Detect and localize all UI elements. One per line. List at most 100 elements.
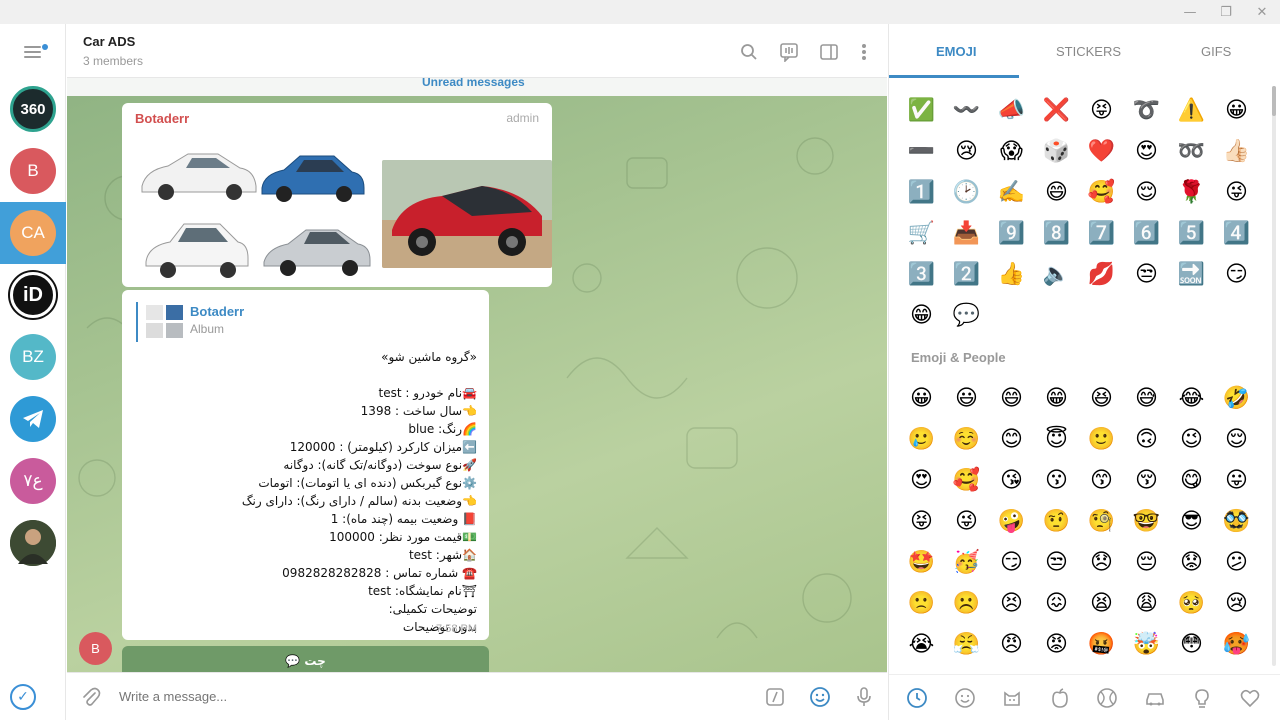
- emoji-item[interactable]: 😠: [989, 624, 1034, 665]
- emoji-item[interactable]: 😆: [1079, 378, 1124, 419]
- chat-list-item[interactable]: [0, 388, 66, 450]
- emoji-item[interactable]: 7️⃣: [1079, 213, 1124, 254]
- emoji-item[interactable]: 😀: [899, 378, 944, 419]
- emoji-item[interactable]: 🥵: [1214, 624, 1259, 665]
- emoji-item[interactable]: 🤣: [1214, 378, 1259, 419]
- chat-list-item[interactable]: iD: [0, 264, 66, 326]
- emoji-item[interactable]: 3️⃣: [899, 254, 944, 295]
- emoji-item[interactable]: ❤️: [1079, 131, 1124, 172]
- message-sender[interactable]: Botaderr: [135, 111, 189, 126]
- emoji-item[interactable]: ☹️: [944, 583, 989, 624]
- emoji-item[interactable]: 😝: [1079, 90, 1124, 131]
- chat-list-item[interactable]: ع٧: [0, 450, 66, 512]
- emoji-item[interactable]: 👍🏻: [1214, 131, 1259, 172]
- emoji-item[interactable]: 🤓: [1124, 501, 1169, 542]
- emoji-item[interactable]: 🤩: [899, 542, 944, 583]
- emoji-item[interactable]: 🛒: [899, 213, 944, 254]
- emoji-item[interactable]: ➰: [1124, 90, 1169, 131]
- chat-list-item[interactable]: [0, 512, 66, 574]
- ad-message[interactable]: Botaderr Album «گروه ماشین شو» 🚘نام خودر…: [122, 290, 489, 640]
- bot-commands-icon[interactable]: [763, 685, 787, 709]
- sidebar-toggle-icon[interactable]: [817, 40, 841, 64]
- emoji-item[interactable]: 2️⃣: [944, 254, 989, 295]
- emoji-item[interactable]: 👍: [989, 254, 1034, 295]
- emoji-item[interactable]: 6️⃣: [1124, 213, 1169, 254]
- emoji-item[interactable]: 😊: [989, 419, 1034, 460]
- emoji-item[interactable]: 😒: [1124, 254, 1169, 295]
- emoji-item[interactable]: 😂: [1169, 378, 1214, 419]
- minimize-button[interactable]: —: [1173, 0, 1207, 24]
- emoji-item[interactable]: 8️⃣: [1034, 213, 1079, 254]
- emoji-item[interactable]: 😄: [989, 378, 1034, 419]
- emoji-item[interactable]: 😱: [989, 131, 1034, 172]
- emoji-item[interactable]: 😍: [1124, 131, 1169, 172]
- emoji-item[interactable]: 😒: [1034, 542, 1079, 583]
- close-button[interactable]: ✕: [1245, 0, 1279, 24]
- emoji-item[interactable]: ✍️: [989, 172, 1034, 213]
- emoji-item[interactable]: 😎: [1169, 501, 1214, 542]
- emoji-item[interactable]: 🙂: [1079, 419, 1124, 460]
- emoji-item[interactable]: 😅: [1124, 378, 1169, 419]
- bulb-icon[interactable]: [1187, 683, 1217, 713]
- emoji-item[interactable]: 😡: [1034, 624, 1079, 665]
- emoji-item[interactable]: 📣: [989, 90, 1034, 131]
- reply-preview[interactable]: Botaderr Album: [136, 302, 336, 342]
- emoji-item[interactable]: 😫: [1079, 583, 1124, 624]
- tab-emoji[interactable]: EMOJI: [936, 44, 976, 59]
- emoji-item[interactable]: 😔: [1124, 542, 1169, 583]
- emoji-scrollbar[interactable]: [1272, 86, 1276, 666]
- emoji-item[interactable]: 5️⃣: [1169, 213, 1214, 254]
- emoji-item[interactable]: 🤨: [1034, 501, 1079, 542]
- emoji-item[interactable]: 🥰: [1079, 172, 1124, 213]
- search-icon[interactable]: [737, 40, 761, 64]
- emoji-item[interactable]: 😛: [1214, 460, 1259, 501]
- emoji-item[interactable]: 😙: [1079, 460, 1124, 501]
- emoji-item[interactable]: ⚠️: [1169, 90, 1214, 131]
- emoji-item[interactable]: 😏: [989, 542, 1034, 583]
- emoji-item[interactable]: 4️⃣: [1214, 213, 1259, 254]
- chat-list-item[interactable]: B: [0, 140, 66, 202]
- menu-icon[interactable]: [18, 41, 48, 63]
- emoji-item[interactable]: ➿: [1169, 131, 1214, 172]
- album-message[interactable]: Botaderr admin: [122, 103, 552, 287]
- car-icon[interactable]: [1140, 683, 1170, 713]
- heart-icon[interactable]: [1235, 683, 1265, 713]
- emoji-item[interactable]: 😜: [1214, 172, 1259, 213]
- emoji-item[interactable]: 🤪: [989, 501, 1034, 542]
- emoji-item[interactable]: 😝: [899, 501, 944, 542]
- emoji-item[interactable]: 🥲: [899, 419, 944, 460]
- apple-icon[interactable]: [1045, 683, 1075, 713]
- emoji-item[interactable]: 😄: [1034, 172, 1079, 213]
- emoji-item[interactable]: 😩: [1124, 583, 1169, 624]
- emoji-item[interactable]: 🔈: [1034, 254, 1079, 295]
- emoji-item[interactable]: 😢: [944, 131, 989, 172]
- emoji-item[interactable]: 😁: [899, 295, 944, 336]
- emoji-item[interactable]: 🙁: [899, 583, 944, 624]
- chat-inline-button[interactable]: 💬 چت: [122, 646, 489, 672]
- clock-icon[interactable]: [902, 683, 932, 713]
- emoji-item[interactable]: 9️⃣: [989, 213, 1034, 254]
- chat-history[interactable]: Unread messages Botaderr admin Botaderr …: [67, 78, 887, 672]
- emoji-item[interactable]: 💋: [1079, 254, 1124, 295]
- emoji-item[interactable]: 〰️: [944, 90, 989, 131]
- emoji-item[interactable]: 🥰: [944, 460, 989, 501]
- tab-stickers[interactable]: STICKERS: [1056, 44, 1121, 59]
- emoji-item[interactable]: 😜: [944, 501, 989, 542]
- chat-list-item[interactable]: BZ: [0, 326, 66, 388]
- microphone-icon[interactable]: [852, 685, 876, 709]
- emoji-item[interactable]: 🔜: [1169, 254, 1214, 295]
- sender-avatar[interactable]: B: [79, 632, 112, 665]
- emoji-item[interactable]: ☺️: [944, 419, 989, 460]
- chat-title[interactable]: Car ADS: [83, 34, 135, 49]
- emoji-item[interactable]: 😤: [944, 624, 989, 665]
- emoji-item[interactable]: 😏: [1214, 254, 1259, 295]
- smile-icon[interactable]: [950, 683, 980, 713]
- chat-list-item[interactable]: CA: [0, 202, 66, 264]
- emoji-item[interactable]: 😍: [899, 460, 944, 501]
- message-input[interactable]: [119, 689, 719, 704]
- emoji-item[interactable]: 😳: [1169, 624, 1214, 665]
- emoji-item[interactable]: 🥳: [944, 542, 989, 583]
- emoji-item[interactable]: 🎲: [1034, 131, 1079, 172]
- emoji-item[interactable]: 😌: [1214, 419, 1259, 460]
- emoji-item[interactable]: 🌹: [1169, 172, 1214, 213]
